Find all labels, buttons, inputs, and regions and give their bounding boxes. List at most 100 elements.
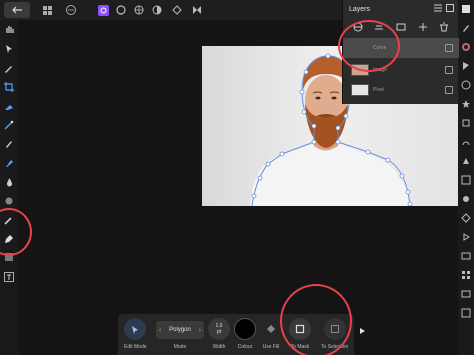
pixel-persona-icon (97, 4, 109, 16)
export-icon (172, 5, 182, 15)
tool-color-picker[interactable] (3, 62, 15, 74)
navigator-studio-button[interactable] (460, 155, 472, 167)
adjustments-icon (461, 80, 471, 90)
width-label: Width (212, 344, 226, 350)
width-stepper[interactable]: 1.0 pt (208, 318, 230, 340)
layer-visibility-checkbox[interactable] (445, 44, 453, 52)
use-fill-button[interactable] (260, 318, 282, 340)
colour-control[interactable]: Colour (234, 318, 256, 350)
library-icon (461, 252, 471, 260)
edit-mode-label: Edit Mode (124, 344, 147, 350)
pointer-icon (5, 45, 12, 53)
use-fill-control[interactable]: Use Fill (260, 318, 282, 350)
tool-paint-brush[interactable] (3, 138, 15, 150)
export-persona-button[interactable] (170, 2, 184, 18)
transform-studio-button[interactable] (460, 174, 472, 186)
play-icon (463, 233, 470, 241)
edit-mode-control[interactable]: Edit Mode (124, 318, 147, 350)
color-studio-button[interactable] (460, 41, 472, 53)
use-fill-label: Use Fill (262, 344, 280, 350)
stock-studio-button[interactable] (460, 193, 472, 205)
toolbar-more-icon[interactable] (360, 328, 365, 334)
layers-panel-title: Layers (349, 5, 371, 13)
mesh-icon (134, 5, 144, 15)
clone-icon (6, 160, 13, 167)
assets-icon (461, 213, 471, 223)
selection-brush-icon (5, 105, 13, 110)
color-wheel-icon (462, 43, 470, 51)
annotation-circle-layers (338, 20, 400, 72)
snapshots-studio-button[interactable] (460, 288, 472, 300)
layer-visibility-checkbox[interactable] (445, 86, 453, 94)
snapshot-icon (461, 290, 471, 298)
crop-icon (4, 82, 14, 92)
width-control[interactable]: 1.0 pt Width (208, 318, 230, 350)
library-studio-button[interactable] (460, 250, 472, 262)
edit-mode-button[interactable] (124, 318, 147, 340)
mode-control[interactable]: ‹ Polygon › Mode (156, 318, 204, 350)
tool-view[interactable] (3, 23, 15, 35)
transform-icon (461, 175, 471, 185)
brush-icon (463, 25, 469, 32)
history-studio-button[interactable] (460, 117, 472, 129)
swatches-icon (463, 62, 469, 70)
list-view-icon[interactable] (434, 4, 442, 12)
macro-studio-button[interactable] (460, 231, 472, 243)
grid-studio-button[interactable] (460, 269, 472, 281)
develop-button[interactable] (190, 2, 204, 18)
live-filter-button[interactable] (395, 21, 407, 33)
tool-flood-select[interactable] (3, 119, 15, 131)
filter-icon (396, 23, 406, 31)
tool-selection-brush[interactable] (3, 100, 15, 112)
channels-icon (462, 141, 470, 146)
develop-icon (193, 6, 201, 14)
history-icon (462, 119, 470, 127)
effects-studio-button[interactable] (460, 98, 472, 110)
tool-crop[interactable] (3, 81, 15, 93)
swatches-studio-button[interactable] (460, 60, 472, 72)
more-button[interactable] (64, 2, 78, 18)
grid-icon (462, 271, 470, 279)
chevron-left-icon[interactable]: ‹ (159, 327, 161, 334)
effects-icon (462, 100, 470, 108)
channels-studio-button[interactable] (460, 136, 472, 148)
hand-icon (5, 26, 14, 33)
add-layer-button[interactable] (417, 21, 429, 33)
tool-text[interactable] (3, 271, 15, 283)
pixel-persona-button[interactable] (96, 2, 110, 18)
tool-move[interactable] (3, 43, 15, 55)
tool-clone[interactable] (3, 157, 15, 169)
layers-icon (462, 5, 470, 13)
circle-icon (116, 5, 126, 15)
grid-button[interactable] (40, 2, 54, 18)
annotation-circle-to-mask (280, 284, 352, 355)
mode-label: Mode (173, 344, 187, 350)
layer-row-pixel[interactable]: Pixel (343, 80, 459, 100)
tone-mapping-persona-button[interactable] (150, 2, 164, 18)
assets-studio-button[interactable] (460, 212, 472, 224)
layer-visibility-checkbox[interactable] (445, 66, 453, 74)
magic-wand-icon (4, 120, 14, 130)
text-icon (4, 272, 14, 282)
back-icon (12, 6, 22, 14)
colour-label: Colour (237, 344, 253, 350)
back-button[interactable] (4, 2, 30, 18)
brush-studio-button[interactable] (460, 22, 472, 34)
chevron-right-icon[interactable]: › (199, 327, 201, 334)
adjustments-studio-button[interactable] (460, 79, 472, 91)
delete-layer-button[interactable] (438, 21, 450, 33)
layer-name: Pixel (373, 87, 384, 93)
navigator-icon (463, 158, 469, 164)
blur-icon (5, 197, 13, 205)
tone-icon (152, 5, 162, 15)
colour-swatch[interactable] (234, 318, 256, 340)
close-panel-icon[interactable] (446, 4, 454, 12)
develop-persona-button[interactable] (132, 2, 146, 18)
tool-dodge[interactable] (3, 176, 15, 188)
tool-blur[interactable] (3, 195, 15, 207)
help-studio-button[interactable] (460, 307, 472, 319)
layers-studio-button[interactable] (460, 3, 472, 15)
mode-selector[interactable]: ‹ Polygon › (156, 321, 204, 339)
liquify-persona-button[interactable] (114, 2, 128, 18)
fill-bucket-icon (267, 325, 275, 333)
